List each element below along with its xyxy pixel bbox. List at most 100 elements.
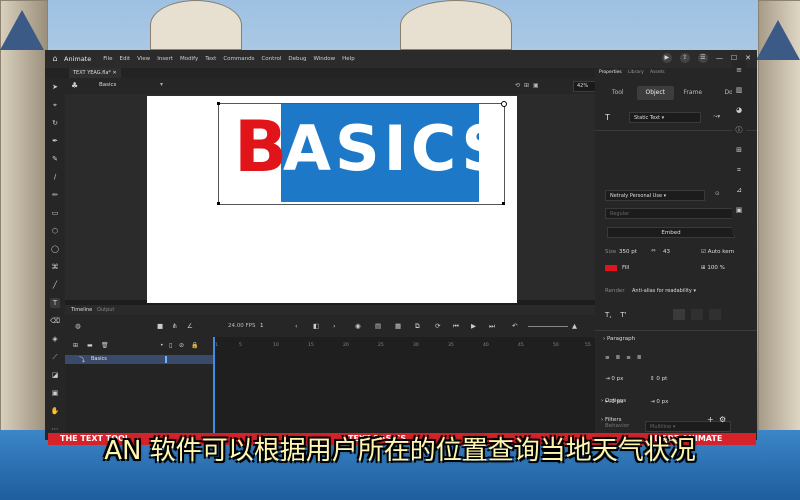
- current-frame[interactable]: 1: [260, 323, 264, 329]
- render-select[interactable]: Anti-alias for readability ▾: [628, 286, 726, 297]
- tab-properties[interactable]: Properties: [599, 70, 622, 75]
- loop-icon[interactable]: ⟳: [435, 322, 440, 330]
- zoom-in-icon[interactable]: ▲: [572, 322, 577, 330]
- menu-view[interactable]: View: [137, 56, 150, 62]
- paint-brush-icon[interactable]: ∕: [50, 172, 60, 182]
- info-panel-icon[interactable]: ⓘ: [732, 120, 746, 140]
- fps-readout[interactable]: 24.00 FPS: [228, 323, 255, 329]
- outline-icon[interactable]: ▯: [169, 342, 172, 349]
- graph-panel-icon[interactable]: ⊿: [732, 180, 746, 200]
- share-icon[interactable]: ⇪: [679, 53, 690, 63]
- layer-name[interactable]: Basics: [91, 356, 107, 362]
- scene-icon[interactable]: ♣: [71, 81, 78, 90]
- gear-icon[interactable]: ⚙: [719, 415, 726, 424]
- highlight-icon[interactable]: •: [160, 342, 164, 349]
- text-format-icons[interactable]: T, T': [605, 311, 627, 319]
- visibility-icon[interactable]: ⊘: [179, 342, 184, 349]
- add-filter-icon[interactable]: +: [707, 415, 714, 424]
- embed-button[interactable]: Embed: [607, 227, 735, 238]
- auto-kern-checkbox[interactable]: ☑ Auto kern: [701, 249, 734, 255]
- onion-skin-icon[interactable]: ◉: [355, 322, 361, 330]
- stage-canvas[interactable]: ASICS B: [147, 96, 517, 303]
- frames-area[interactable]: 1 5 10 15 20 25 30 35 40 45 50 55: [213, 337, 595, 440]
- menu-help[interactable]: Help: [342, 56, 355, 62]
- brush-tool-icon[interactable]: ✎: [50, 154, 60, 164]
- text-orientation-icon[interactable]: ⤳▾: [713, 114, 720, 121]
- zoom-slider[interactable]: [528, 326, 568, 327]
- playhead[interactable]: [213, 337, 215, 440]
- components-panel-icon[interactable]: ▣: [732, 200, 746, 220]
- align-panel-icon[interactable]: ⊞: [732, 140, 746, 160]
- insert-keyframe-icon[interactable]: ◧: [313, 322, 319, 330]
- pen-tool-icon[interactable]: ✒: [50, 136, 60, 146]
- properties-panel-icon[interactable]: ≡: [732, 60, 746, 80]
- layer-row[interactable]: ⤵ Basics: [65, 355, 213, 364]
- font-size-value[interactable]: 350 pt: [619, 249, 637, 255]
- selectable-icon[interactable]: [673, 309, 685, 320]
- menu-commands[interactable]: Commands: [223, 56, 254, 62]
- tracking-value[interactable]: 43: [663, 249, 670, 255]
- pencil-tool-icon[interactable]: ✏: [50, 190, 60, 200]
- transform-handle[interactable]: [217, 202, 220, 205]
- indent-value[interactable]: ⇥ 0 px: [605, 376, 623, 382]
- lasso-tool-icon[interactable]: ↻: [50, 118, 60, 128]
- eraser-tool-icon[interactable]: ⌫: [50, 316, 60, 326]
- tab-assets[interactable]: Assets: [650, 70, 665, 75]
- tab-output[interactable]: Output: [97, 305, 114, 315]
- line-tool-icon[interactable]: ╱: [50, 280, 60, 290]
- segment-object[interactable]: Object: [636, 86, 674, 100]
- graph-icon[interactable]: ∠: [187, 322, 193, 330]
- segment-tool[interactable]: Tool: [599, 86, 637, 100]
- transform-handle[interactable]: [217, 102, 220, 105]
- menu-text[interactable]: Text: [205, 56, 216, 62]
- minimize-icon[interactable]: —: [716, 54, 723, 62]
- next-keyframe-icon[interactable]: ›: [333, 322, 336, 330]
- document-tab[interactable]: TEXT YEAG.fla* ✕: [69, 68, 121, 78]
- new-layer-icon[interactable]: ⊞: [73, 342, 78, 349]
- text-tool-icon[interactable]: T: [50, 298, 60, 308]
- text-type-select[interactable]: Static Text ▾: [629, 112, 701, 123]
- text-resize-handle[interactable]: [501, 101, 507, 107]
- test-movie-icon[interactable]: ▶: [661, 53, 672, 63]
- transform-handle[interactable]: [502, 202, 505, 205]
- color-panel-icon[interactable]: ◕: [732, 100, 746, 120]
- tab-timeline[interactable]: Timeline: [71, 305, 92, 315]
- font-style-select[interactable]: Regular: [605, 208, 735, 219]
- new-folder-icon[interactable]: ▬: [87, 342, 93, 349]
- paint-bucket-icon[interactable]: ◈: [50, 334, 60, 344]
- lock-icon[interactable]: 🔒: [191, 342, 198, 349]
- close-icon[interactable]: ✕: [745, 54, 751, 62]
- close-tab-icon[interactable]: ✕: [113, 70, 117, 76]
- prev-keyframe-icon[interactable]: ‹: [295, 322, 298, 330]
- fill-alpha[interactable]: ⊞ 100 %: [701, 265, 725, 271]
- align-buttons[interactable]: ≡≣≡≣: [605, 355, 647, 361]
- menu-debug[interactable]: Debug: [288, 56, 306, 62]
- transform-panel-icon[interactable]: ⌗: [732, 160, 746, 180]
- font-family-select[interactable]: Netraly Personal Use ▾: [605, 190, 705, 201]
- edit-multiple-icon[interactable]: ▤: [375, 322, 381, 330]
- home-icon[interactable]: ⌂: [50, 54, 60, 64]
- fill-color-swatch[interactable]: [605, 265, 617, 271]
- render-html-icon[interactable]: [691, 309, 703, 320]
- paragraph-header[interactable]: › Paragraph: [603, 336, 635, 342]
- rewind-icon[interactable]: ⏮: [453, 322, 459, 331]
- undo-icon[interactable]: ↶: [512, 322, 517, 330]
- stage-view-icons[interactable]: ⟲⊞▣: [515, 82, 543, 89]
- menu-modify[interactable]: Modify: [180, 56, 198, 62]
- segment-frame[interactable]: Frame: [674, 86, 712, 100]
- layers-icon[interactable]: ◍: [75, 322, 81, 330]
- menu-control[interactable]: Control: [261, 56, 281, 62]
- options-header[interactable]: › Options: [601, 398, 626, 404]
- hand-tool-icon[interactable]: ✋: [50, 406, 60, 416]
- eyedropper-tool-icon[interactable]: ⟋: [50, 352, 60, 362]
- delete-layer-icon[interactable]: 🗑: [101, 342, 109, 349]
- play-icon[interactable]: ▶: [471, 322, 476, 330]
- menu-file[interactable]: File: [103, 56, 112, 62]
- camera-icon[interactable]: ■: [157, 322, 163, 330]
- polystar-tool-icon[interactable]: ⬡: [50, 226, 60, 236]
- tween-icon[interactable]: ⧉: [415, 322, 420, 331]
- library-panel-icon[interactable]: ▥: [732, 80, 746, 100]
- swap-colors-icon[interactable]: ◪: [50, 370, 60, 380]
- menu-window[interactable]: Window: [313, 56, 335, 62]
- selection-tool-icon[interactable]: ➤: [50, 82, 60, 92]
